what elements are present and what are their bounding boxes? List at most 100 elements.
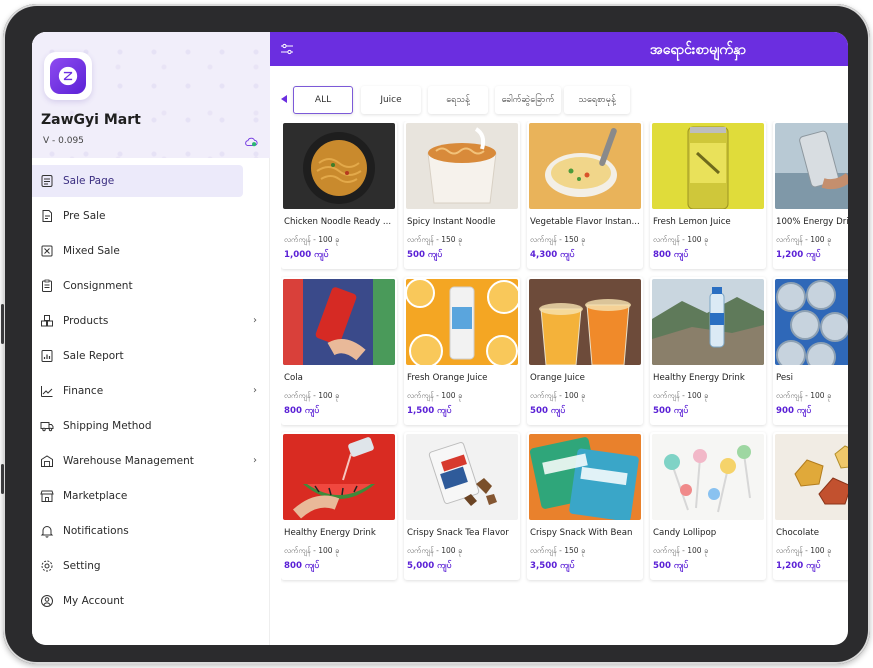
filter-icon[interactable] xyxy=(280,43,294,55)
product-card[interactable]: Cola လက်ကျန် - 100 ခု 800 ကျပ် xyxy=(281,277,397,425)
stock-value: 100 ခု xyxy=(810,546,832,555)
stock-label: လက်ကျန် - xyxy=(653,235,685,244)
product-card[interactable]: Healthy Energy Drink လက်ကျန် - 100 ခု 80… xyxy=(281,432,397,580)
product-name: Crispy Snack Tea Flavor xyxy=(407,528,509,538)
product-image xyxy=(283,123,395,209)
product-price: 1,200 ကျပ် xyxy=(776,561,821,571)
logo-letter-icon xyxy=(58,66,78,86)
chevron-right-icon: › xyxy=(253,455,257,466)
product-image xyxy=(775,123,848,209)
product-card[interactable]: Fresh Lemon Juice လက်ကျန် - 100 ခု 800 က… xyxy=(650,121,766,269)
product-name: Spicy Instant Noodle xyxy=(407,217,496,227)
product-card[interactable]: Chocolate လက်ကျန် - 100 ခု 1,200 ကျပ် xyxy=(773,432,848,580)
product-name: Crispy Snack With Bean xyxy=(530,528,633,538)
sidebar-item-label: Mixed Sale xyxy=(63,245,120,257)
stock-label: လက်ကျန် - xyxy=(530,235,562,244)
stock-value: 100 ခု xyxy=(318,235,340,244)
stock-label: လက်ကျန် - xyxy=(284,235,316,244)
sidebar-item-mixed-sale[interactable]: Mixed Sale xyxy=(32,235,243,267)
sidebar-item-marketplace[interactable]: Marketplace xyxy=(32,480,243,512)
product-grid: Chicken Noodle Ready ... လက်ကျန် - 100 ခ… xyxy=(281,121,848,591)
product-image xyxy=(283,279,395,365)
tab-juice[interactable]: Juice xyxy=(361,86,421,114)
product-name: Healthy Energy Drink xyxy=(284,528,376,538)
product-stock: လက်ကျန် - 100 ခု xyxy=(776,235,831,246)
stock-value: 100 ခု xyxy=(687,235,709,244)
product-card[interactable]: Crispy Snack With Bean လက်ကျန် - 150 ခု … xyxy=(527,432,643,580)
product-card[interactable]: Chicken Noodle Ready ... လက်ကျန် - 100 ခ… xyxy=(281,121,397,269)
stock-value: 100 ခု xyxy=(318,546,340,555)
tab-snacks[interactable]: သရေစာမုန့် xyxy=(564,86,630,114)
sidebar-item-products[interactable]: Products › xyxy=(32,305,257,337)
sidebar-item-label: Marketplace xyxy=(63,490,128,502)
stock-value: 100 ခု xyxy=(687,546,709,555)
stock-label: လက်ကျန် - xyxy=(407,391,439,400)
stock-label: လက်ကျန် - xyxy=(530,391,562,400)
product-card[interactable]: Crispy Snack Tea Flavor လက်ကျန် - 100 ခု… xyxy=(404,432,520,580)
stock-value: 150 ခု xyxy=(441,235,463,244)
sidebar-item-consignment[interactable]: Consignment xyxy=(32,270,243,302)
sidebar-item-label: Finance xyxy=(63,385,104,397)
finance-icon xyxy=(40,384,54,398)
product-card[interactable]: Healthy Energy Drink လက်ကျန် - 100 ခု 50… xyxy=(650,277,766,425)
scroll-left-icon[interactable] xyxy=(281,95,287,103)
brand-area: ZawGyi Mart V - 0.095 xyxy=(32,32,270,158)
product-card[interactable]: 100% Energy Drink လက်ကျန် - 100 ခု 1,200… xyxy=(773,121,848,269)
product-stock: လက်ကျန် - 100 ခု xyxy=(653,391,708,402)
product-card[interactable]: Fresh Orange Juice လက်ကျန် - 100 ခု 1,50… xyxy=(404,277,520,425)
tab-water[interactable]: ရေသန့် xyxy=(428,86,488,114)
sidebar-item-setting[interactable]: Setting xyxy=(32,550,243,582)
cloud-sync-icon[interactable] xyxy=(244,136,258,148)
sidebar-item-sale-page[interactable]: Sale Page xyxy=(32,165,243,197)
stock-label: လက်ကျန် - xyxy=(776,391,808,400)
product-price: 500 ကျပ် xyxy=(407,250,443,260)
product-image xyxy=(652,434,764,520)
product-card[interactable]: Orange Juice လက်ကျန် - 100 ခု 500 ကျပ် xyxy=(527,277,643,425)
app-screen: ZawGyi Mart V - 0.095 Sale Page Pre Sale xyxy=(32,32,848,645)
product-card[interactable]: Pesi လက်ကျန် - 100 ခု 900 ကျပ် xyxy=(773,277,848,425)
sidebar-item-sale-report[interactable]: Sale Report xyxy=(32,340,243,372)
product-name: Orange Juice xyxy=(530,373,585,383)
stock-value: 100 ခု xyxy=(318,391,340,400)
sidebar-item-warehouse-management[interactable]: Warehouse Management › xyxy=(32,445,257,477)
sidebar-item-label: My Account xyxy=(63,595,125,607)
product-name: Fresh Orange Juice xyxy=(407,373,488,383)
tab-noodles[interactable]: ခေါက်ဆွဲခြောက် xyxy=(495,86,561,114)
product-stock: လက်ကျန် - 100 ခု xyxy=(653,235,708,246)
category-tabs: ALL Juice ရေသန့် ခေါက်ဆွဲခြောက် သရေစာမုန… xyxy=(270,86,848,114)
sidebar-item-shipping-method[interactable]: Shipping Method xyxy=(32,410,243,442)
user-icon xyxy=(40,594,54,608)
stock-label: လက်ကျန် - xyxy=(284,546,316,555)
stock-label: လက်ကျန် - xyxy=(407,235,439,244)
product-card[interactable]: Spicy Instant Noodle လက်ကျန် - 150 ခု 50… xyxy=(404,121,520,269)
truck-icon xyxy=(40,419,54,433)
sidebar-item-finance[interactable]: Finance › xyxy=(32,375,257,407)
sidebar-item-notifications[interactable]: Notifications xyxy=(32,515,243,547)
sale-report-icon xyxy=(40,349,54,363)
stock-label: လက်ကျန် - xyxy=(530,546,562,555)
sidebar-menu: Sale Page Pre Sale Mixed Sale Consignmen… xyxy=(32,165,270,620)
product-price: 4,300 ကျပ် xyxy=(530,250,575,260)
stock-value: 100 ခု xyxy=(441,391,463,400)
product-card[interactable]: Vegetable Flavor Instan... လက်ကျန် - 150… xyxy=(527,121,643,269)
sidebar-item-label: Notifications xyxy=(63,525,129,537)
product-stock: လက်ကျန် - 100 ခု xyxy=(407,391,462,402)
product-price: 3,500 ကျပ် xyxy=(530,561,575,571)
product-image xyxy=(406,434,518,520)
stock-value: 150 ခု xyxy=(564,546,586,555)
tablet-side-button xyxy=(1,304,4,344)
sidebar-item-my-account[interactable]: My Account xyxy=(32,585,243,617)
sidebar-item-label: Consignment xyxy=(63,280,133,292)
product-image xyxy=(406,123,518,209)
stock-label: လက်ကျန် - xyxy=(407,546,439,555)
product-price: 500 ကျပ် xyxy=(653,561,689,571)
product-image xyxy=(283,434,395,520)
sidebar-item-label: Shipping Method xyxy=(63,420,152,432)
sidebar-item-pre-sale[interactable]: Pre Sale xyxy=(32,200,243,232)
stock-label: လက်ကျန် - xyxy=(776,235,808,244)
product-price: 1,500 ကျပ် xyxy=(407,406,452,416)
tab-all[interactable]: ALL xyxy=(293,86,353,114)
product-stock: လက်ကျန် - 100 ခု xyxy=(776,391,831,402)
product-image xyxy=(529,279,641,365)
product-card[interactable]: Candy Lollipop လက်ကျန် - 100 ခု 500 ကျပ် xyxy=(650,432,766,580)
